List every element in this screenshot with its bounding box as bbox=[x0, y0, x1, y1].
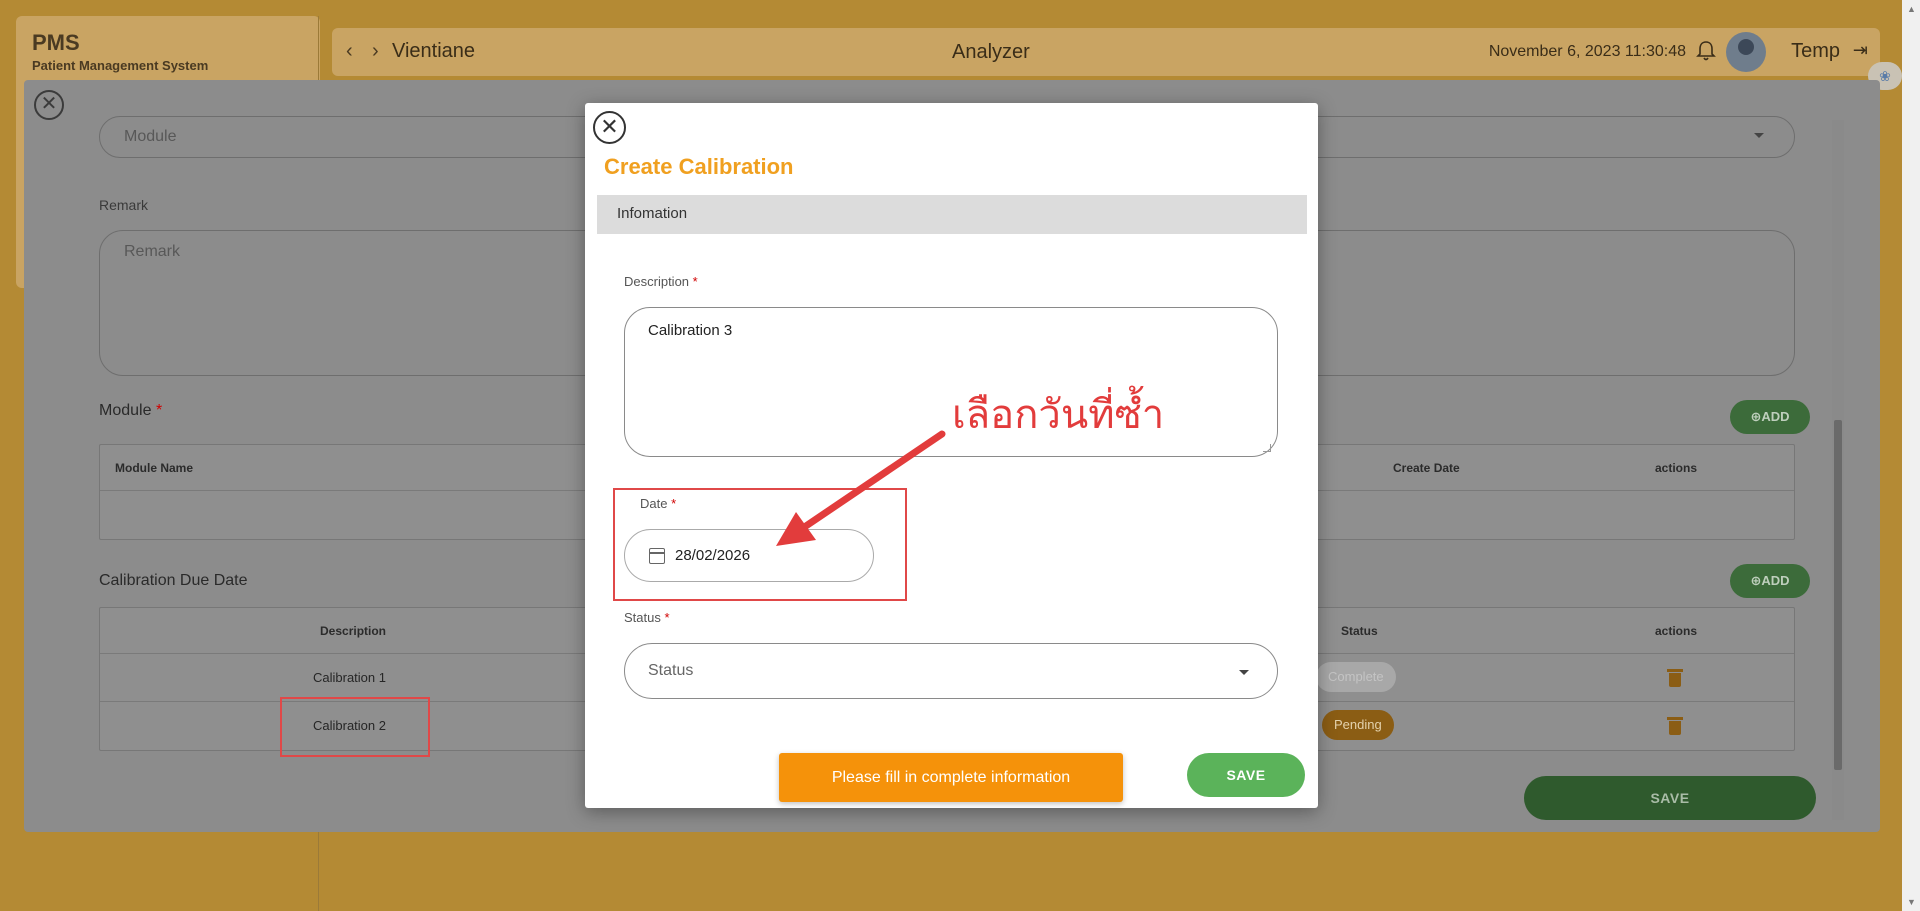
plus-circle-icon: ⊕ bbox=[1750, 409, 1762, 424]
top-bar: ‹ › Vientiane Analyzer November 6, 2023 … bbox=[332, 28, 1880, 76]
status-badge: Complete bbox=[1316, 662, 1396, 692]
create-calibration-modal: ✕ Create Calibration Infomation Descript… bbox=[585, 103, 1318, 808]
scroll-down-icon[interactable]: ▼ bbox=[1907, 897, 1916, 907]
forward-chevron-icon[interactable]: › bbox=[372, 40, 379, 63]
bell-icon[interactable] bbox=[1696, 40, 1716, 62]
back-chevron-icon[interactable]: ‹ bbox=[346, 40, 353, 63]
close-icon[interactable]: ✕ bbox=[34, 90, 64, 120]
column-header: Description bbox=[320, 624, 387, 638]
brand-title: PMS bbox=[32, 30, 80, 55]
modal-title: Create Calibration bbox=[604, 154, 794, 179]
logout-icon[interactable]: ⇥ bbox=[1853, 40, 1868, 61]
scrollbar-thumb[interactable] bbox=[1834, 420, 1842, 770]
description-textarea[interactable]: Calibration 3 bbox=[624, 307, 1278, 457]
caret-down-icon bbox=[1239, 670, 1249, 675]
scroll-up-icon[interactable]: ▲ bbox=[1907, 4, 1916, 14]
calibration-description: Calibration 1 bbox=[313, 670, 386, 685]
annotation-text: เลือกวันที่ซ้ำ bbox=[952, 392, 1165, 438]
resize-grip-icon[interactable] bbox=[1263, 444, 1271, 452]
remark-label: Remark bbox=[99, 197, 149, 213]
caret-down-icon bbox=[1754, 133, 1764, 138]
page-title: Analyzer bbox=[952, 41, 1030, 63]
page-scrollbar[interactable]: ▲ ▼ bbox=[1902, 0, 1920, 911]
user-name: Temp bbox=[1791, 40, 1840, 62]
column-header: actions bbox=[1655, 624, 1698, 638]
close-icon[interactable]: ✕ bbox=[593, 111, 626, 144]
description-value: Calibration 3 bbox=[648, 322, 733, 339]
remark-placeholder: Remark bbox=[124, 243, 181, 260]
add-module-button[interactable]: ⊕ADD bbox=[1730, 400, 1810, 434]
description-label: Description * bbox=[624, 274, 698, 289]
add-calibration-button[interactable]: ⊕ADD bbox=[1730, 564, 1810, 598]
highlight-calibration-2 bbox=[280, 697, 430, 757]
module-select-placeholder: Module bbox=[124, 128, 177, 145]
status-placeholder: Status bbox=[648, 662, 694, 679]
scrollbar[interactable] bbox=[1832, 120, 1844, 820]
highlight-date-field bbox=[613, 488, 907, 601]
column-header: Module Name bbox=[115, 461, 194, 475]
trash-icon[interactable] bbox=[1667, 717, 1683, 735]
column-header: Status bbox=[1341, 624, 1378, 638]
save-button[interactable]: SAVE bbox=[1524, 776, 1816, 820]
avatar[interactable] bbox=[1726, 32, 1766, 72]
section-header: Infomation bbox=[597, 195, 1307, 234]
warning-toast: Please fill in complete information bbox=[779, 753, 1123, 802]
brand-subtitle: Patient Management System bbox=[32, 58, 209, 73]
status-select[interactable]: Status bbox=[624, 643, 1278, 699]
trash-icon[interactable] bbox=[1667, 669, 1683, 687]
column-header: Create Date bbox=[1393, 461, 1460, 475]
location-name: Vientiane bbox=[392, 40, 476, 62]
plus-circle-icon: ⊕ bbox=[1750, 573, 1762, 588]
module-section-title: Module * bbox=[99, 402, 163, 419]
save-button[interactable]: SAVE bbox=[1187, 753, 1305, 797]
status-label: Status * bbox=[624, 610, 670, 625]
column-header: actions bbox=[1655, 461, 1698, 475]
calibration-section-title: Calibration Due Date bbox=[99, 572, 248, 589]
status-badge: Pending bbox=[1322, 710, 1394, 740]
datetime: November 6, 2023 11:30:48 bbox=[1488, 43, 1686, 60]
